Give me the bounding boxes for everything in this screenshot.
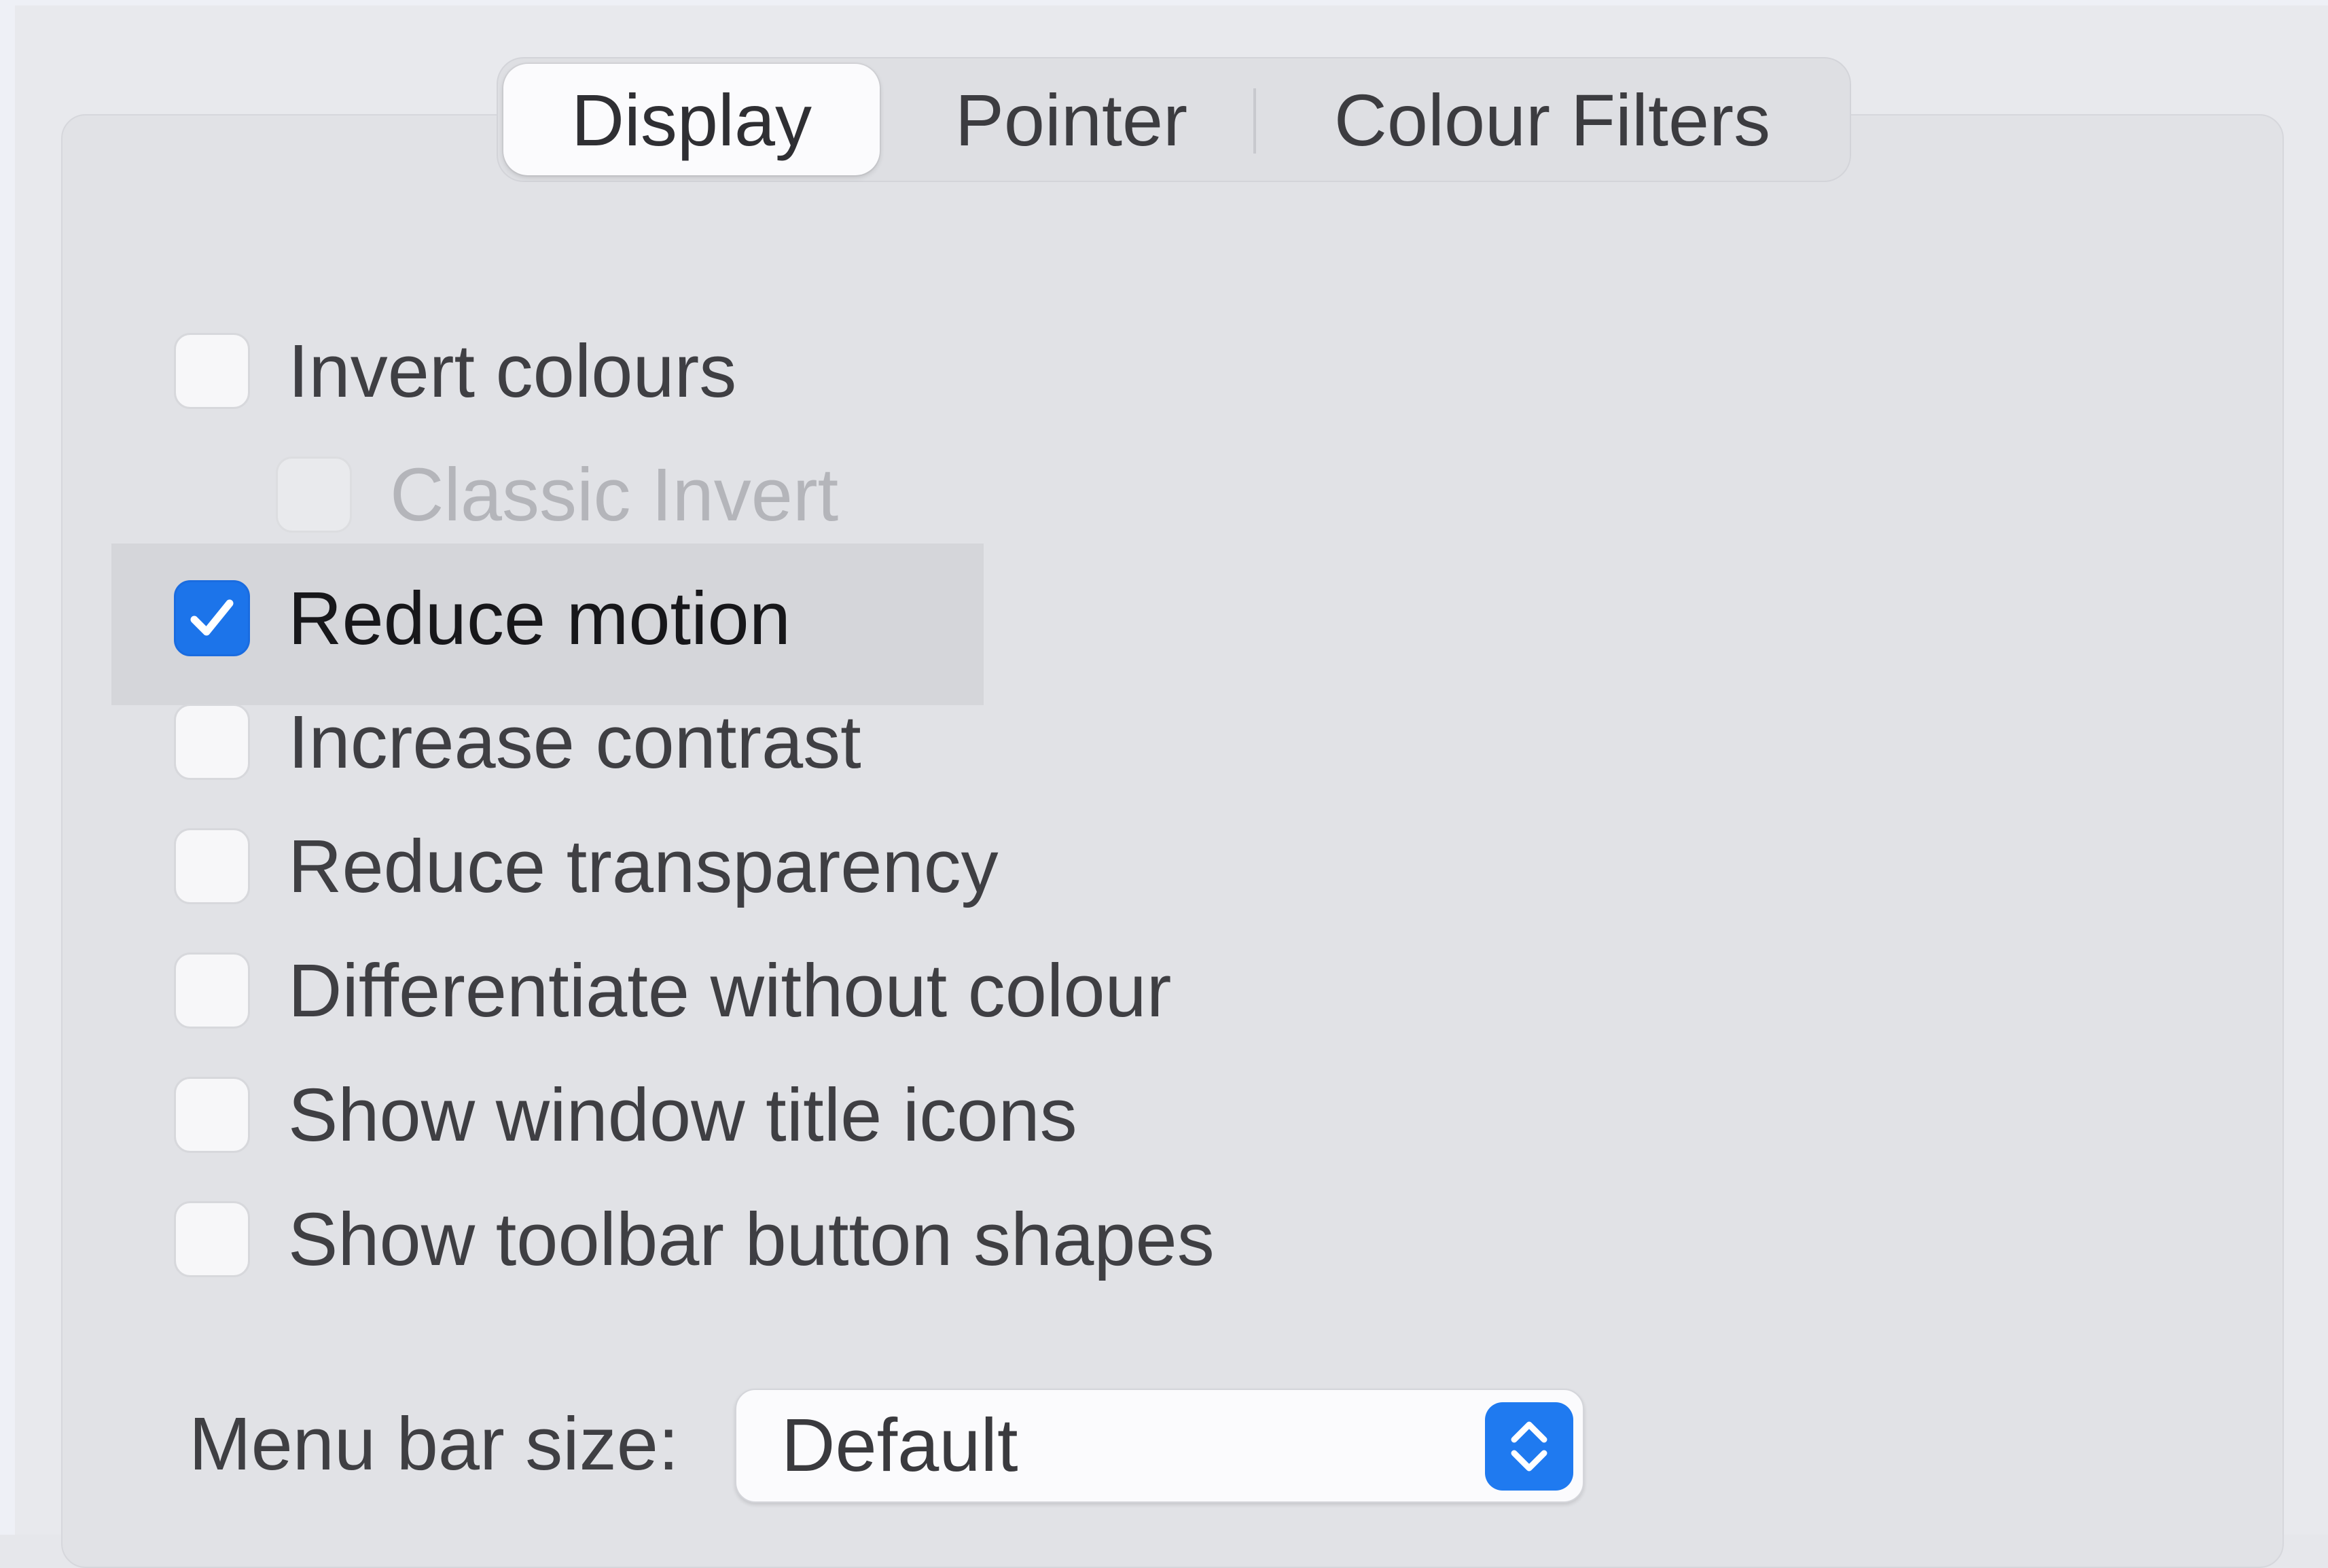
menu-bar-size-value: Default <box>781 1404 1018 1487</box>
invert-colours-option[interactable]: Invert colours <box>174 329 736 413</box>
show-window-title-icons-label: Show window title icons <box>288 1073 1077 1157</box>
show-window-title-icons-checkbox[interactable] <box>174 1077 250 1153</box>
classic-invert-checkbox <box>276 457 352 533</box>
classic-invert-option: Classic Invert <box>276 453 838 537</box>
reduce-motion-label: Reduce motion <box>288 576 791 660</box>
up-down-chevron-icon[interactable] <box>1485 1402 1573 1491</box>
tab-colour-filters[interactable]: Colour Filters <box>1256 58 1848 181</box>
chevron-up-down-glyph <box>1511 1421 1547 1472</box>
reduce-transparency-label: Reduce transparency <box>288 824 999 908</box>
increase-contrast-checkbox[interactable] <box>174 704 250 780</box>
tab-pointer[interactable]: Pointer <box>880 58 1263 181</box>
tab-segmented-control: Display Pointer Colour Filters <box>497 57 1851 182</box>
increase-contrast-label: Increase contrast <box>288 700 861 784</box>
invert-colours-label: Invert colours <box>288 329 737 413</box>
show-window-title-icons-option[interactable]: Show window title icons <box>174 1073 1077 1157</box>
invert-colours-checkbox[interactable] <box>174 333 250 409</box>
menu-bar-size-label: Menu bar size: <box>189 1402 679 1486</box>
checkmark-icon <box>190 599 234 636</box>
show-toolbar-button-shapes-option[interactable]: Show toolbar button shapes <box>174 1198 1215 1281</box>
window-top-edge <box>0 0 2328 5</box>
tab-display[interactable]: Display <box>503 64 880 175</box>
window-left-edge <box>0 0 15 1535</box>
show-toolbar-button-shapes-checkbox[interactable] <box>174 1201 250 1277</box>
differentiate-without-colour-option[interactable]: Differentiate without colour <box>174 949 1171 1033</box>
differentiate-without-colour-label: Differentiate without colour <box>288 948 1172 1033</box>
reduce-motion-checkbox[interactable] <box>174 580 250 656</box>
increase-contrast-option[interactable]: Increase contrast <box>174 700 861 784</box>
show-toolbar-button-shapes-label: Show toolbar button shapes <box>288 1197 1215 1281</box>
reduce-transparency-option[interactable]: Reduce transparency <box>174 825 999 908</box>
reduce-transparency-checkbox[interactable] <box>174 828 250 904</box>
reduce-motion-option[interactable]: Reduce motion <box>174 577 791 660</box>
classic-invert-label: Classic Invert <box>390 452 839 537</box>
differentiate-without-colour-checkbox[interactable] <box>174 952 250 1029</box>
menu-bar-size-popup[interactable]: Default <box>735 1389 1584 1503</box>
